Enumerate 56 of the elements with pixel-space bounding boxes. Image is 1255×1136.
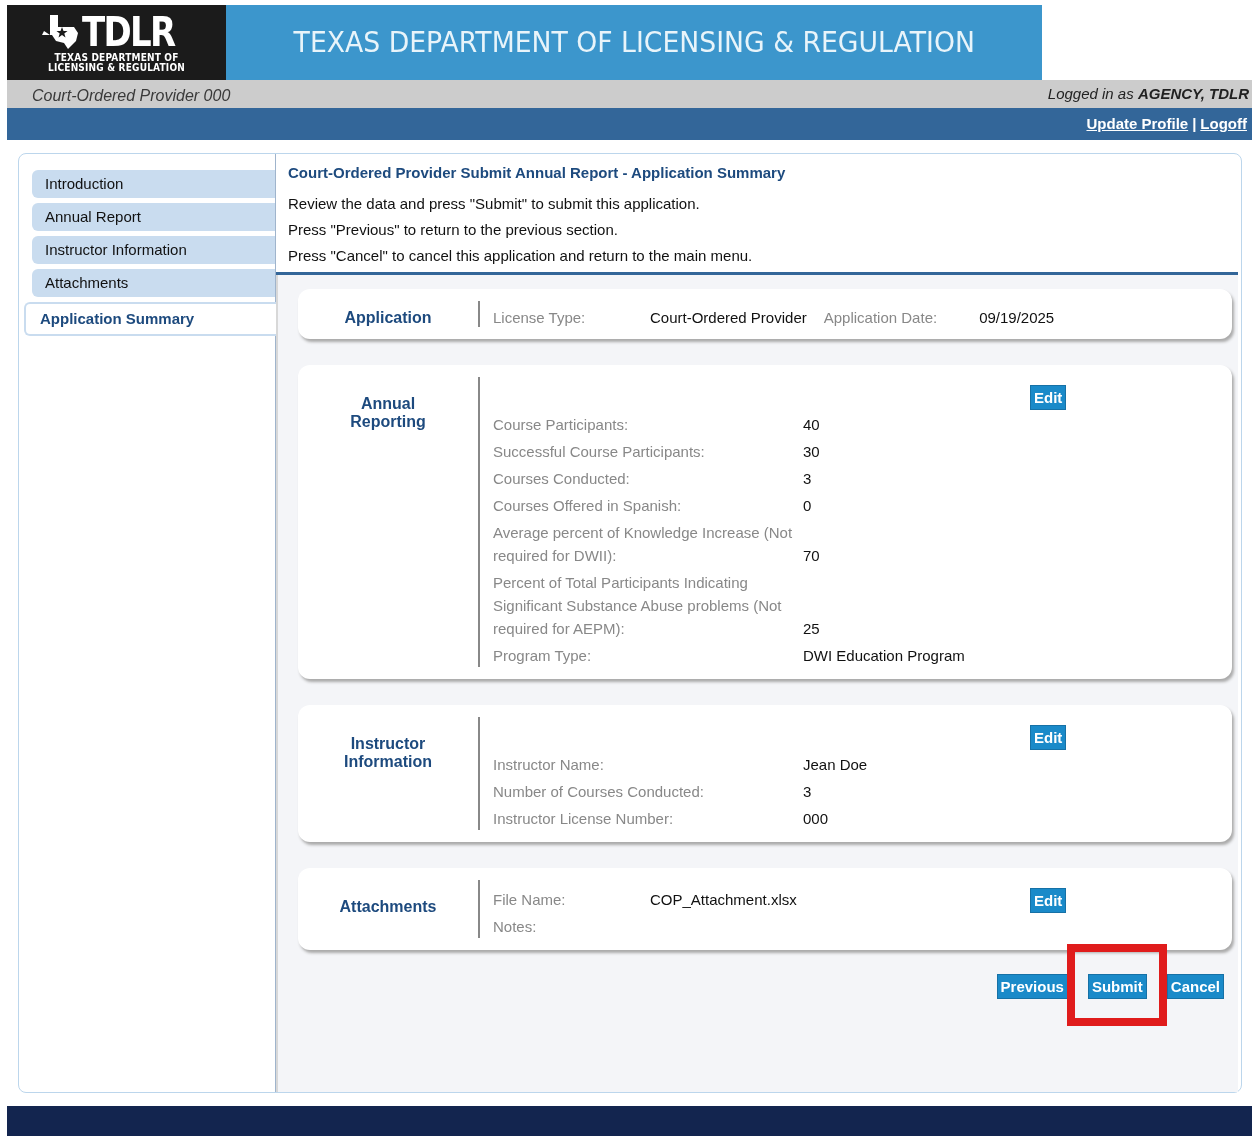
header-link[interactable]: Logoff [1200,115,1247,133]
field-label: Average percent of Knowledge Increase (Not required for DWII): [493,522,794,566]
field-label: Application Date: [823,309,938,327]
field-label: Instructor License Number: [493,808,675,829]
field-label: Percent of Total Participants Indicating Significant Substance Abuse problems (Not required for AEPM): [493,572,783,639]
field-value: 70 [803,545,821,566]
section-title: Annual Reporting [349,393,427,431]
field-label: Successful Course Participants: [493,441,706,462]
section-title: Instructor Information [343,733,433,771]
link-separator: | [1192,115,1197,133]
field-value: Jean Doe [803,754,869,775]
field-label: Course Participants: [493,414,630,435]
header-link[interactable]: Update Profile [1086,115,1189,133]
action-button[interactable]: Cancel [1166,973,1224,999]
field-value: 40 [803,414,821,435]
site-title: TEXAS DEPARTMENT OF LICENSING & REGULATION [293,25,975,60]
logo-subtitle: LICENSING & REGULATION [48,63,185,74]
field-value: COP_Attachment.xlsx [650,889,798,910]
field-label: Courses Conducted: [493,468,631,489]
sidebar-item[interactable]: Instructor Information [32,235,275,264]
field-value: 3 [803,781,813,802]
field-value: 000 [803,808,830,829]
action-button[interactable]: Submit [1087,973,1147,999]
field-value: Court-Ordered Provider [650,309,807,327]
program-name: Court-Ordered Provider 000 [32,87,231,106]
field-label: File Name: [493,889,567,910]
edit-button[interactable]: Edit [1030,887,1067,913]
field-label: Courses Offered in Spanish: [493,495,683,516]
field-value: 30 [803,441,821,462]
field-value: 25 [803,618,821,639]
sidebar-item[interactable]: Introduction [32,169,275,198]
edit-button[interactable]: Edit [1030,724,1067,750]
sidebar-item[interactable]: Application Summary [24,301,276,336]
field-label: Number of Courses Conducted: [493,781,705,802]
field-label: Notes: [493,916,538,937]
field-value: 3 [803,468,813,489]
field-value: DWI Education Program [803,645,966,666]
logo-subtitle: TEXAS DEPARTMENT OF [54,53,179,64]
section-title: Application [343,307,433,327]
field-label: Program Type: [493,645,593,666]
sidebar-item[interactable]: Annual Report [32,202,275,231]
field-label: License Type: [493,309,587,327]
field-value: 09/19/2025 [979,309,1055,327]
logo-wordmark: TDLR [82,11,175,54]
edit-button[interactable]: Edit [1030,384,1067,410]
action-button[interactable]: Previous [996,973,1068,999]
instruction-text: Review the data and press "Submit" to submit this application. [288,194,701,212]
texas-star-icon [42,15,81,50]
instruction-text: Press "Previous" to return to the previous section. [288,220,619,238]
page-title: Court-Ordered Provider Submit Annual Report - Application Summary [288,163,787,181]
section-title: Attachments [338,896,438,916]
field-label: Instructor Name: [493,754,605,775]
sidebar-item[interactable]: Attachments [32,268,275,297]
instruction-text: Press "Cancel" to cancel this application and return to the main menu. [288,246,754,264]
field-value: 0 [803,495,813,516]
login-status: Logged in as AGENCY, TDLR [1047,85,1249,103]
